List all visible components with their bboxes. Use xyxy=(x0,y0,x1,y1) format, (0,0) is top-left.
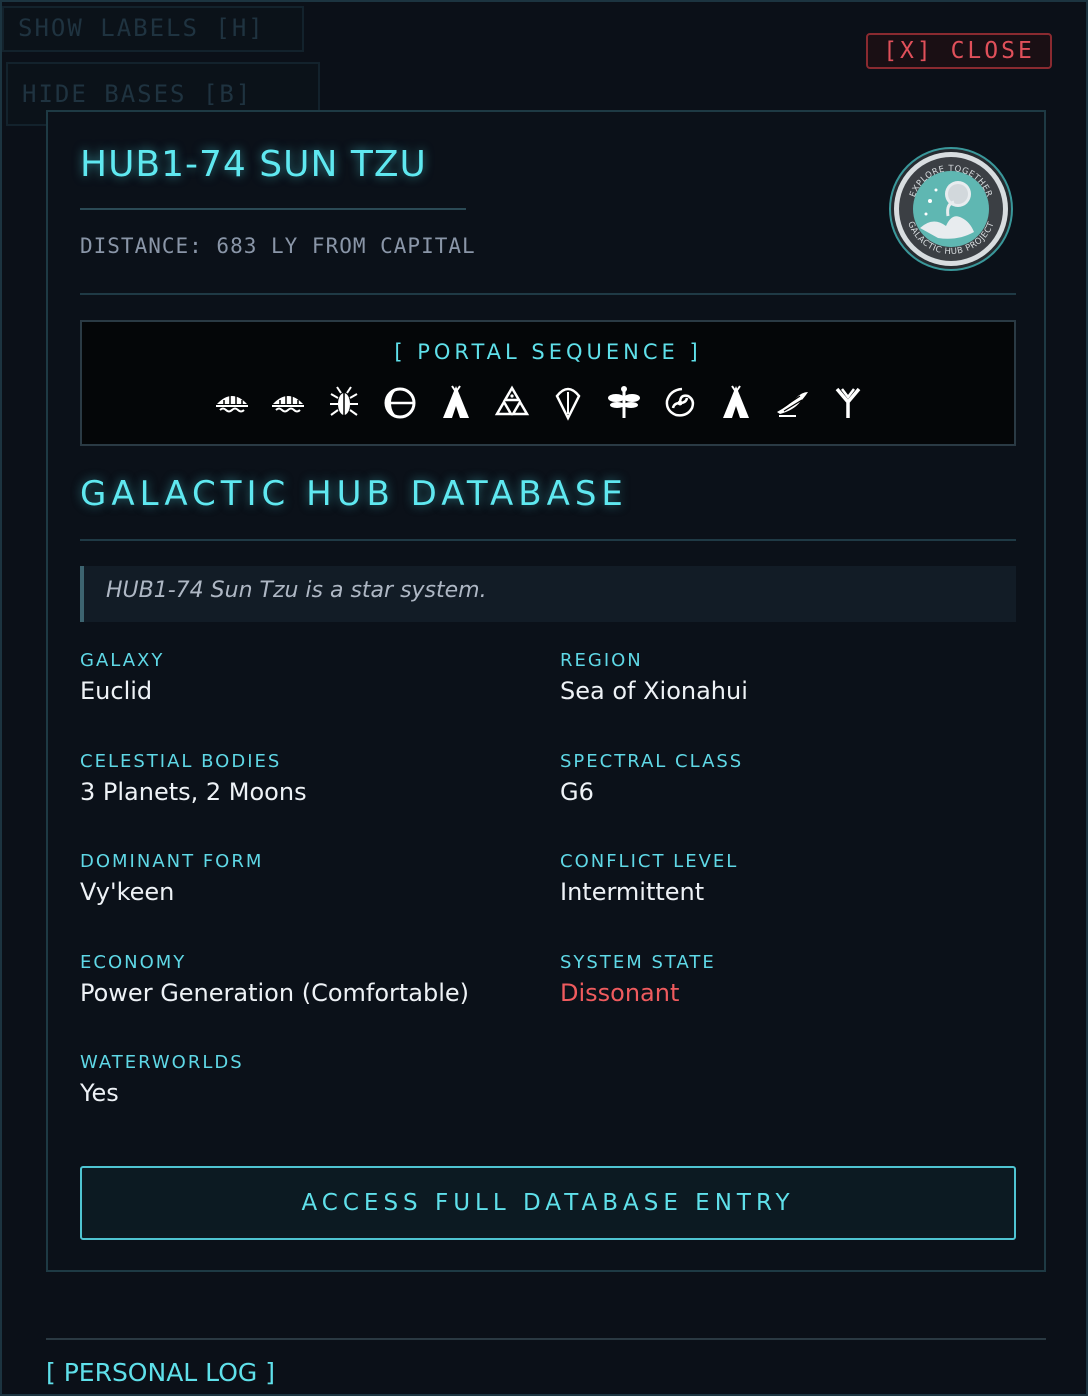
system-description: HUB1-74 Sun Tzu is a star system. xyxy=(80,566,1016,622)
dominant-form-field: DOMINANT FORM Vy'keen xyxy=(80,851,520,906)
field-label: GALAXY xyxy=(80,650,165,671)
eclipse-glyph-icon xyxy=(382,384,418,422)
boat-glyph-icon xyxy=(214,384,250,422)
conflict-level-field: CONFLICT LEVEL Intermittent xyxy=(560,851,1000,906)
field-value: Dissonant xyxy=(560,979,680,1007)
portal-glyph-row xyxy=(214,384,866,422)
database-divider xyxy=(80,539,1016,541)
close-button[interactable]: [X] CLOSE xyxy=(866,33,1052,69)
field-value: 3 Planets, 2 Moons xyxy=(80,778,307,806)
economy-field: ECONOMY Power Generation (Comfortable) xyxy=(80,952,520,1007)
personal-log-divider xyxy=(46,1338,1046,1340)
tent-glyph-icon xyxy=(718,384,754,422)
portal-sequence-box: [ PORTAL SEQUENCE ] xyxy=(80,320,1016,446)
leaf-glyph-icon xyxy=(550,384,586,422)
galaxy-glyph-icon xyxy=(662,384,698,422)
page: SHOW LABELS [H] HIDE BASES [B] [X] CLOSE… xyxy=(0,0,1088,1396)
field-label: SYSTEM STATE xyxy=(560,952,716,973)
boat-glyph-icon xyxy=(270,384,306,422)
field-value: Yes xyxy=(80,1079,119,1107)
field-value: Euclid xyxy=(80,677,153,705)
field-label: REGION xyxy=(560,650,643,671)
celestial-bodies-field: CELESTIAL BODIES 3 Planets, 2 Moons xyxy=(80,751,520,806)
field-label: WATERWORLDS xyxy=(80,1052,244,1073)
distance-text: DISTANCE: 683 LY FROM CAPITAL xyxy=(80,234,476,258)
system-title: HUB1-74 SUN TZU xyxy=(80,144,427,185)
bug-glyph-icon xyxy=(326,384,362,422)
waterworlds-field: WATERWORLDS Yes xyxy=(80,1052,520,1107)
spectral-class-field: SPECTRAL CLASS G6 xyxy=(560,751,1000,806)
field-value: Power Generation (Comfortable) xyxy=(80,979,470,1007)
field-value: Intermittent xyxy=(560,878,705,906)
bird-glyph-icon xyxy=(774,384,810,422)
title-divider xyxy=(80,208,466,210)
field-value: G6 xyxy=(560,778,594,806)
field-value: Vy'keen xyxy=(80,878,175,906)
field-label: CELESTIAL BODIES xyxy=(80,751,282,772)
dragonfly-glyph-icon xyxy=(606,384,642,422)
show-labels-button[interactable]: SHOW LABELS [H] xyxy=(2,6,304,52)
header-divider xyxy=(80,293,1016,295)
field-value: Sea of Xionahui xyxy=(560,677,748,705)
galaxy-field: GALAXY Euclid xyxy=(80,650,520,705)
personal-log-title[interactable]: [ PERSONAL LOG ] xyxy=(46,1358,275,1387)
antenna-glyph-icon xyxy=(830,384,866,422)
triangles-glyph-icon xyxy=(494,384,530,422)
access-database-button[interactable]: ACCESS FULL DATABASE ENTRY xyxy=(80,1166,1016,1240)
system-info-panel: HUB1-74 SUN TZU DISTANCE: 683 LY FROM CA… xyxy=(46,110,1046,1272)
galactic-hub-badge: EXPLORE TOGETHER GALACTIC HUB PROJECT xyxy=(888,146,1014,272)
field-label: DOMINANT FORM xyxy=(80,851,264,872)
database-title: GALACTIC HUB DATABASE xyxy=(80,474,628,514)
field-label: SPECTRAL CLASS xyxy=(560,751,744,772)
field-label: CONFLICT LEVEL xyxy=(560,851,739,872)
tent-glyph-icon xyxy=(438,384,474,422)
system-state-field: SYSTEM STATE Dissonant xyxy=(560,952,1000,1007)
portal-sequence-title: [ PORTAL SEQUENCE ] xyxy=(394,340,702,364)
region-field: REGION Sea of Xionahui xyxy=(560,650,1000,705)
field-label: ECONOMY xyxy=(80,952,187,973)
